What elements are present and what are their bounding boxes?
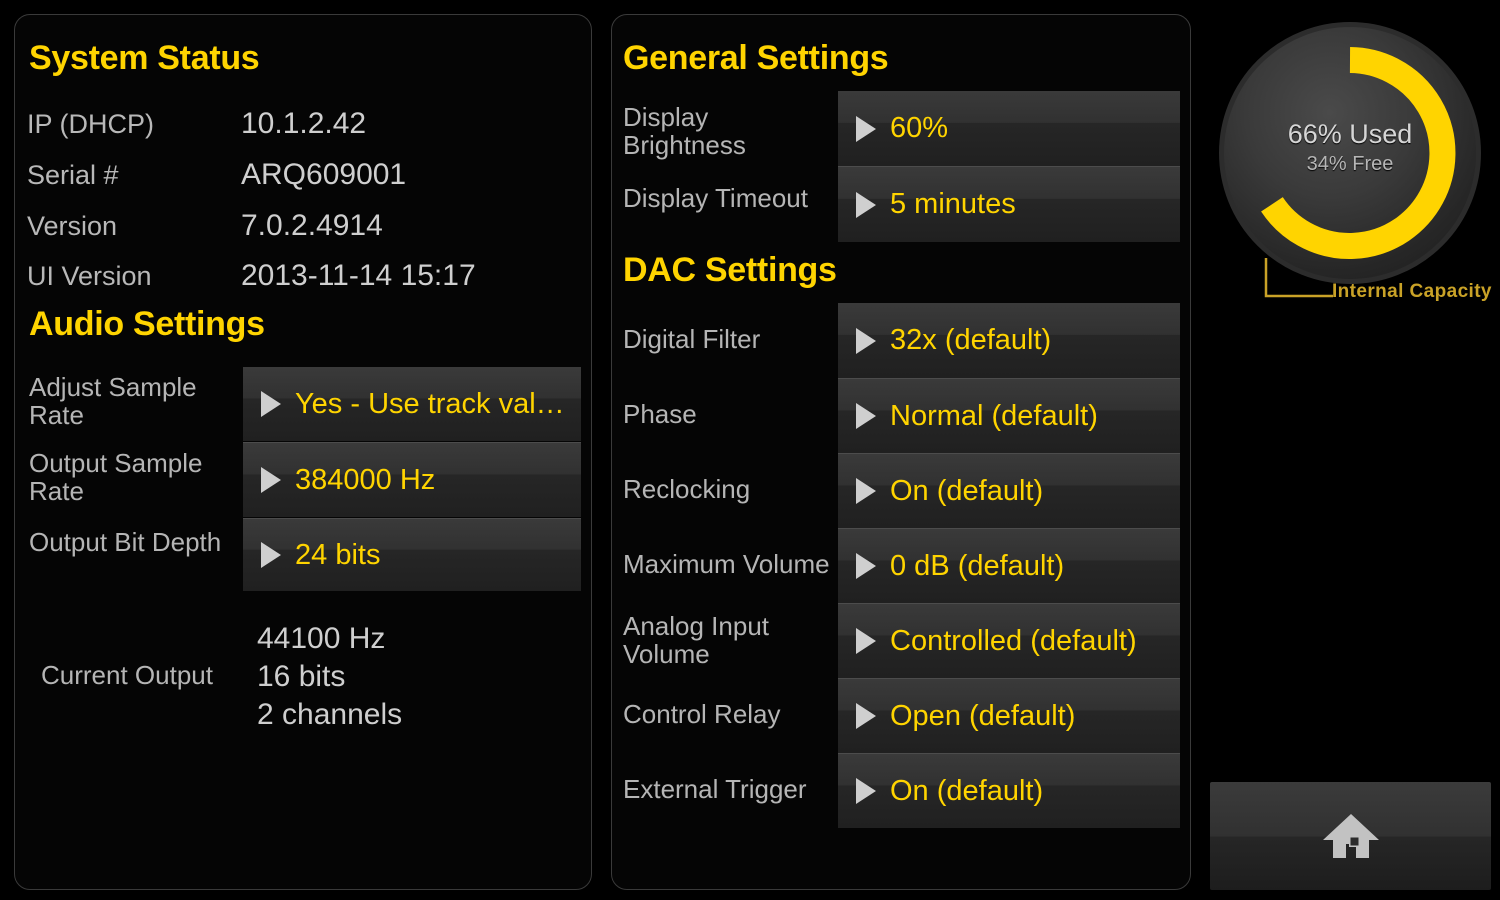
- chevron-right-icon: [261, 467, 281, 493]
- setting-value-text-digital-filter: 32x (default): [890, 324, 1052, 356]
- chevron-right-icon: [856, 628, 876, 654]
- internal-capacity-donut-chart: 66% Used 34% Free: [1219, 22, 1481, 284]
- chevron-right-icon: [856, 778, 876, 804]
- setting-value-phase[interactable]: Normal (default): [838, 378, 1180, 453]
- setting-value-external-trigger[interactable]: On (default): [838, 753, 1180, 828]
- setting-label-maximum-volume: Maximum Volume: [623, 549, 830, 579]
- setting-value-text-maximum-volume: 0 dB (default): [890, 549, 1065, 582]
- status-label-ip: IP (DHCP): [27, 109, 155, 139]
- setting-value-text-reclocking: On (default): [890, 474, 1044, 507]
- general-settings-header: General Settings: [623, 39, 889, 77]
- setting-label-digital-filter: Digital Filter: [623, 324, 761, 354]
- status-label-serial: Serial #: [27, 160, 119, 190]
- setting-label-external-trigger: External Trigger: [623, 774, 807, 804]
- setting-value-output-sample-rate[interactable]: 384000 Hz: [243, 442, 581, 517]
- current-output-label: Current Output: [41, 660, 213, 690]
- setting-value-display-brightness[interactable]: 60%: [838, 91, 1180, 166]
- setting-label-adjust-sample-rate: Adjust Sample Rate: [29, 372, 197, 430]
- setting-value-reclocking[interactable]: On (default): [838, 453, 1180, 528]
- setting-value-display-timeout[interactable]: 5 minutes: [838, 166, 1180, 242]
- setting-value-text-external-trigger: On (default): [890, 774, 1044, 807]
- setting-label-phase: Phase: [623, 399, 697, 429]
- donut-arc: [1261, 47, 1456, 259]
- setting-value-text-control-relay: Open (default): [890, 699, 1076, 732]
- setting-value-text-display-timeout: 5 minutes: [890, 188, 1016, 220]
- setting-value-control-relay[interactable]: Open (default): [838, 678, 1180, 753]
- setting-value-text-adjust-sample-rate: Yes - Use track val…: [295, 387, 565, 420]
- chevron-right-icon: [856, 403, 876, 429]
- setting-value-text-output-sample-rate: 384000 Hz: [295, 463, 436, 496]
- status-row-ip: IP (DHCP) 10.1.2.42: [15, 99, 591, 149]
- chevron-right-icon: [261, 391, 281, 417]
- status-value-ip: 10.1.2.42: [241, 107, 367, 140]
- setting-value-text-output-bit-depth: 24 bits: [295, 538, 381, 571]
- status-value-serial: ARQ609001: [241, 158, 407, 191]
- audio-settings-header: Audio Settings: [29, 305, 265, 343]
- setting-label-output-sample-rate: Output Sample Rate: [29, 448, 203, 506]
- panel-settings: General Settings Display Brightness 60% …: [611, 14, 1191, 890]
- status-row-ui-version: UI Version 2013-11-14 15:17: [15, 251, 591, 301]
- status-row-version: Version 7.0.2.4914: [15, 201, 591, 251]
- setting-label-output-bit-depth: Output Bit Depth: [29, 527, 222, 557]
- setting-value-text-display-brightness: 60%: [890, 112, 949, 144]
- device-screen: System Status IP (DHCP) 10.1.2.42 Serial…: [0, 0, 1500, 900]
- chevron-right-icon: [856, 553, 876, 579]
- setting-value-maximum-volume[interactable]: 0 dB (default): [838, 528, 1180, 603]
- current-output-value: 44100 Hz 16 bits 2 channels: [257, 622, 403, 731]
- chevron-right-icon: [856, 478, 876, 504]
- setting-label-analog-input-volume: Analog Input Volume: [623, 611, 770, 669]
- home-button[interactable]: [1210, 782, 1491, 890]
- setting-value-analog-input-volume[interactable]: Controlled (default): [838, 603, 1180, 678]
- panel-system-status: System Status IP (DHCP) 10.1.2.42 Serial…: [14, 14, 592, 890]
- setting-label-display-timeout: Display Timeout: [623, 183, 808, 213]
- setting-value-text-phase: Normal (default): [890, 399, 1098, 432]
- status-value-ui-version: 2013-11-14 15:17: [241, 259, 476, 292]
- chevron-right-icon: [261, 542, 281, 568]
- capacity-caption: Internal Capacity: [1332, 281, 1492, 302]
- setting-value-text-analog-input-volume: Controlled (default): [890, 624, 1137, 657]
- status-value-version: 7.0.2.4914: [241, 209, 383, 242]
- chevron-right-icon: [856, 115, 876, 142]
- dac-settings-header: DAC Settings: [623, 251, 837, 289]
- setting-value-adjust-sample-rate[interactable]: Yes - Use track val…: [243, 367, 581, 441]
- home-icon: [1322, 814, 1379, 858]
- system-status-header: System Status: [29, 39, 260, 77]
- setting-value-digital-filter[interactable]: 32x (default): [838, 303, 1180, 378]
- status-label-ui-version: UI Version: [27, 261, 152, 291]
- chevron-right-icon: [856, 191, 876, 218]
- chevron-right-icon: [856, 703, 876, 729]
- setting-label-reclocking: Reclocking: [623, 474, 751, 504]
- setting-label-control-relay: Control Relay: [623, 699, 781, 729]
- setting-value-output-bit-depth[interactable]: 24 bits: [243, 518, 581, 591]
- status-row-serial: Serial # ARQ609001: [15, 150, 591, 200]
- setting-label-display-brightness: Display Brightness: [623, 102, 746, 160]
- chevron-right-icon: [856, 327, 876, 354]
- status-label-version: Version: [27, 211, 118, 241]
